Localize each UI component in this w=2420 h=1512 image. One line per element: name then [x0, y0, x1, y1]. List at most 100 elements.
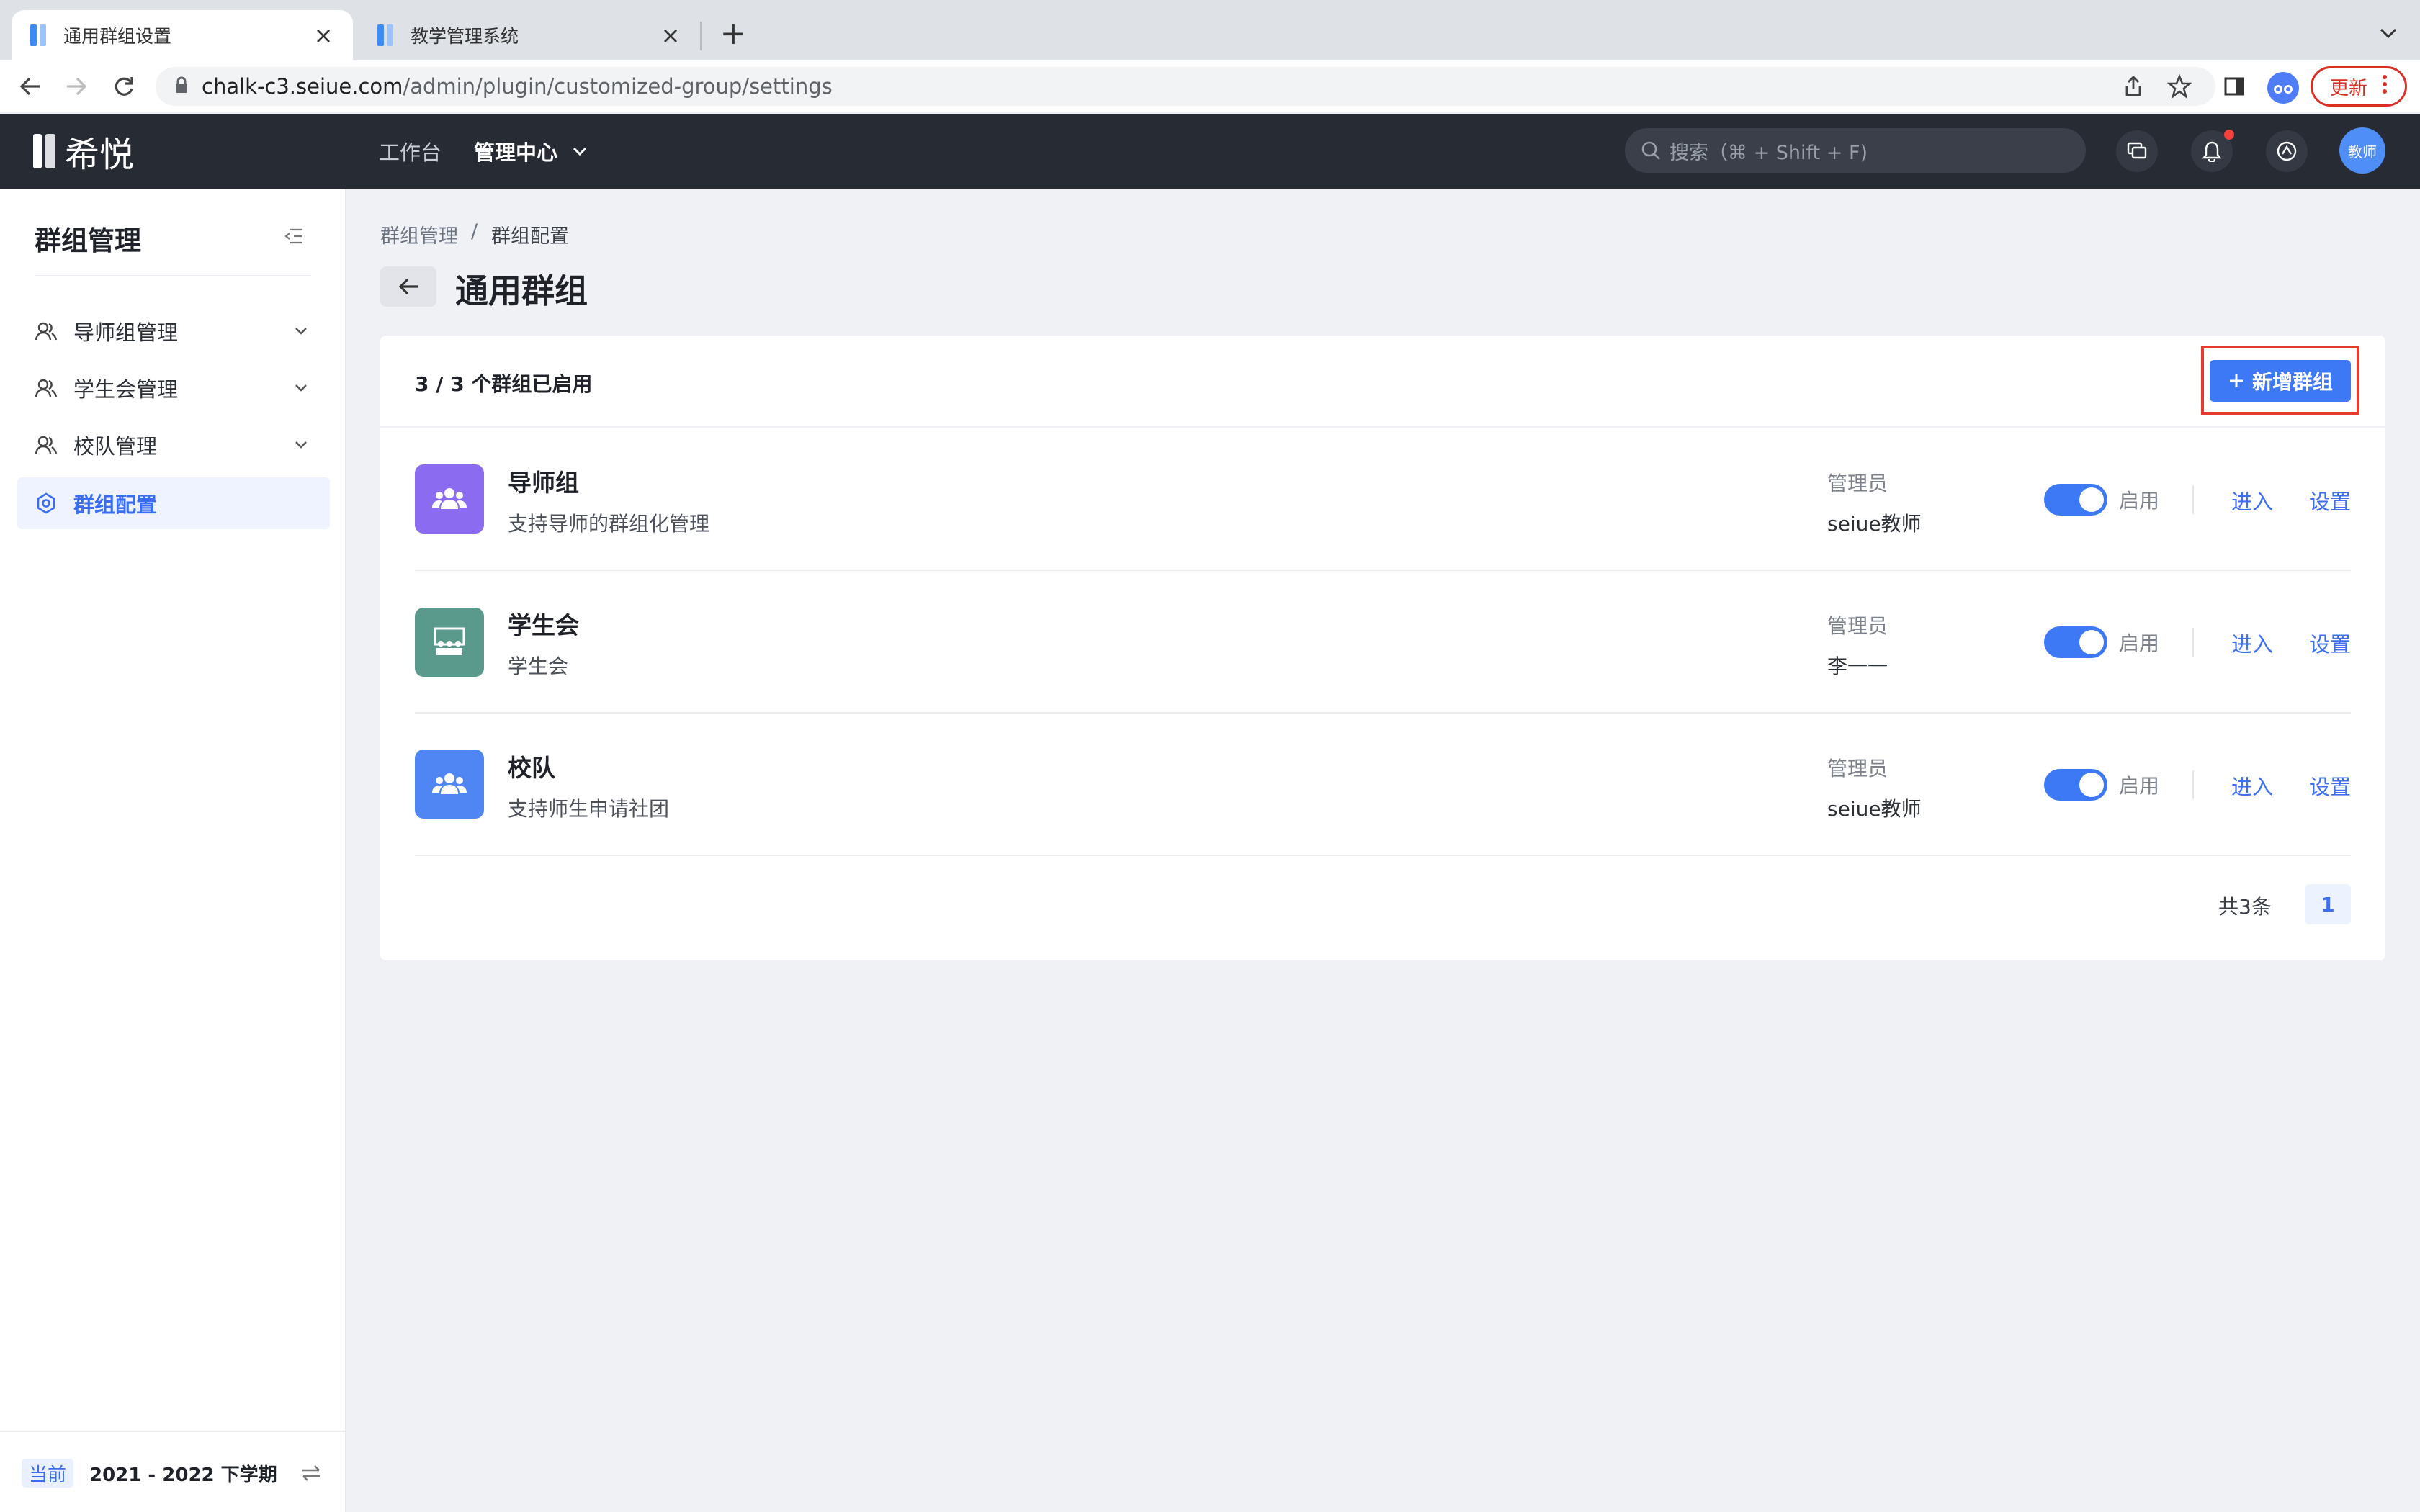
current-term-badge: 当前 — [22, 1459, 74, 1488]
arrow-left-icon — [398, 277, 419, 296]
group-enable-toggle[interactable] — [2044, 769, 2107, 801]
chevron-down-icon — [290, 320, 313, 343]
nav-admin-center[interactable]: 管理中心 — [474, 135, 588, 167]
logo-text: 希悦 — [65, 135, 135, 175]
help-circle-icon[interactable] — [2266, 130, 2308, 172]
pagination-page-1[interactable]: 1 — [2305, 884, 2351, 924]
add-group-label: 新增群组 — [2251, 370, 2333, 394]
toggle-label: 启用 — [2119, 489, 2160, 513]
gear-icon — [35, 492, 58, 515]
breadcrumb-group-management[interactable]: 群组管理 — [380, 220, 458, 248]
row-divider — [415, 712, 2351, 714]
site-favicon-icon — [377, 24, 395, 46]
settings-link[interactable]: 设置 — [2309, 770, 2351, 801]
forward-arrow-icon[interactable] — [59, 69, 94, 104]
sidebar-item-label: 导师组管理 — [73, 320, 179, 345]
group-enable-toggle[interactable] — [2044, 626, 2107, 658]
share-icon[interactable] — [2116, 69, 2151, 104]
tab-close-icon[interactable]: × — [313, 22, 334, 49]
group-people-icon — [415, 750, 484, 819]
page-title: 通用群组 — [455, 271, 588, 310]
admin-name: 李一一 — [1827, 654, 1888, 678]
settings-link[interactable]: 设置 — [2309, 485, 2351, 516]
group-name: 学生会 — [508, 611, 579, 639]
enabled-count: 3 / 3 个群组已启用 — [415, 372, 593, 396]
group-desc: 支持师生申请社团 — [508, 797, 670, 821]
nav-workbench[interactable]: 工作台 — [379, 135, 442, 167]
users-icon — [35, 433, 58, 456]
group-desc: 学生会 — [508, 654, 569, 678]
card-header-divider — [380, 426, 2385, 428]
side-panel-icon[interactable] — [2217, 69, 2251, 104]
switch-term-icon[interactable] — [298, 1460, 324, 1486]
admin-label: 管理员 — [1827, 614, 1888, 638]
update-label: 更新 — [2329, 77, 2367, 99]
admin-label: 管理员 — [1827, 757, 1888, 780]
enter-link[interactable]: 进入 — [2231, 485, 2273, 516]
app-logo[interactable]: 希悦 — [33, 130, 134, 175]
group-people-icon — [415, 464, 484, 534]
breadcrumb-separator: / — [471, 220, 478, 243]
profile-avatar[interactable] — [2267, 72, 2299, 104]
enter-link[interactable]: 进入 — [2231, 770, 2273, 801]
users-icon — [35, 377, 58, 400]
global-search-input[interactable]: 搜索（⌘ + Shift + F) — [1625, 128, 2086, 173]
plus-icon — [2228, 372, 2245, 390]
admin-name: seiue教师 — [1827, 512, 1922, 536]
row-divider — [415, 855, 2351, 856]
group-desc: 支持导师的群组化管理 — [508, 512, 710, 536]
message-icon[interactable] — [2116, 130, 2158, 172]
search-icon — [1641, 140, 1661, 161]
tab-close-icon[interactable]: × — [660, 22, 681, 49]
users-icon — [35, 320, 58, 343]
back-button[interactable] — [380, 266, 436, 307]
toggle-label: 启用 — [2119, 631, 2160, 655]
settings-link[interactable]: 设置 — [2309, 628, 2351, 658]
address-bar[interactable]: chalk-c3.seiue.com/admin/plugin/customiz… — [156, 67, 2215, 106]
group-name: 校队 — [508, 754, 555, 782]
site-favicon-icon — [30, 24, 48, 46]
nav-admin-center-label: 管理中心 — [474, 140, 558, 165]
sidebar-item-label: 校队管理 — [73, 434, 158, 459]
classroom-icon — [415, 608, 484, 677]
logo-mark-icon — [33, 134, 56, 168]
chevron-down-icon — [290, 433, 313, 456]
pagination-total: 共3条 — [2218, 895, 2272, 919]
notification-dot — [2224, 130, 2234, 140]
browser-tab[interactable]: 教学管理系统 × — [359, 10, 700, 60]
chevron-down-icon — [290, 377, 313, 400]
reload-icon[interactable] — [107, 69, 141, 104]
group-name: 导师组 — [508, 469, 579, 497]
add-group-button[interactable]: 新增群组 — [2210, 360, 2351, 402]
tab-separator — [700, 22, 702, 50]
group-enable-toggle[interactable] — [2044, 484, 2107, 516]
bookmark-star-icon[interactable] — [2162, 69, 2197, 104]
browser-update-button[interactable]: 更新 — [2311, 66, 2407, 107]
tab-title: 通用群组设置 — [63, 26, 172, 47]
user-avatar[interactable]: 教师 — [2339, 127, 2385, 174]
sidebar-item-school-team[interactable]: 校队管理 — [17, 419, 330, 471]
sidebar-item-group-config[interactable]: 群组配置 — [17, 477, 330, 529]
search-placeholder: 搜索（⌘ + Shift + F) — [1670, 141, 1868, 164]
new-tab-icon[interactable]: + — [716, 17, 750, 52]
sidebar-divider — [35, 275, 311, 276]
enter-link[interactable]: 进入 — [2231, 628, 2273, 658]
url-host: chalk-c3.seiue.com — [202, 74, 403, 99]
back-arrow-icon[interactable] — [13, 69, 48, 104]
kebab-menu-icon — [2382, 74, 2388, 99]
browser-tab-active[interactable]: 通用群组设置 × — [12, 10, 353, 60]
sidebar-title: 群组管理 — [35, 225, 141, 256]
row-divider — [415, 570, 2351, 571]
tab-title: 教学管理系统 — [411, 26, 519, 47]
sidebar-item-student-union[interactable]: 学生会管理 — [17, 362, 330, 414]
tab-search-chevron-icon[interactable] — [2374, 16, 2403, 50]
sidebar-collapse-icon[interactable] — [282, 225, 305, 248]
chevron-down-icon — [572, 146, 588, 156]
lock-icon — [174, 74, 189, 99]
sidebar-item-mentor-group[interactable]: 导师组管理 — [17, 305, 330, 357]
admin-label: 管理员 — [1827, 472, 1888, 495]
action-separator — [2192, 770, 2194, 799]
action-separator — [2192, 628, 2194, 657]
toggle-label: 启用 — [2119, 774, 2160, 798]
sidebar-item-label: 群组配置 — [73, 492, 158, 517]
